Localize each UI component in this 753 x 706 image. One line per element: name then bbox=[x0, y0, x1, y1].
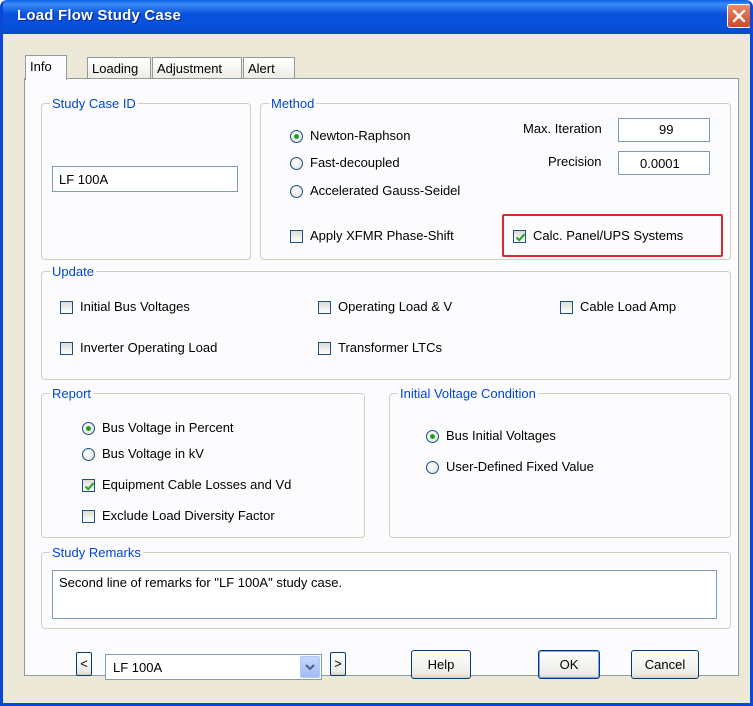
study-case-combo-value: LF 100A bbox=[113, 660, 163, 675]
bus-voltage-percent-radio[interactable] bbox=[82, 422, 95, 435]
operating-load-v-checkbox[interactable] bbox=[318, 301, 331, 314]
study-remarks-input[interactable]: Second line of remarks for "LF 100A" stu… bbox=[52, 570, 717, 619]
bus-voltage-kv-radio[interactable] bbox=[82, 448, 95, 461]
bus-voltage-percent-label: Bus Voltage in Percent bbox=[102, 420, 234, 435]
cable-load-amp-checkbox[interactable] bbox=[560, 301, 573, 314]
tab-info[interactable]: Info bbox=[25, 55, 67, 80]
cable-load-amp-label: Cable Load Amp bbox=[580, 299, 677, 314]
equipment-cable-losses-label: Equipment Cable Losses and Vd bbox=[102, 477, 292, 492]
bus-voltage-kv-label: Bus Voltage in kV bbox=[102, 446, 204, 461]
transformer-ltcs-checkbox[interactable] bbox=[318, 342, 331, 355]
exclude-load-diversity-checkbox[interactable] bbox=[82, 510, 95, 523]
apply-xfmr-phase-shift-label: Apply XFMR Phase-Shift bbox=[310, 228, 454, 243]
accelerated-gauss-seidel-label: Accelerated Gauss-Seidel bbox=[310, 183, 461, 198]
tab-loading[interactable]: Loading bbox=[87, 57, 151, 79]
close-button[interactable] bbox=[727, 4, 750, 28]
check-mark-icon bbox=[84, 482, 95, 491]
dropdown-arrow-button[interactable] bbox=[300, 656, 320, 678]
initial-bus-voltages-checkbox[interactable] bbox=[60, 301, 73, 314]
fast-decoupled-label: Fast-decoupled bbox=[310, 155, 400, 170]
precision-label: Precision bbox=[548, 154, 602, 169]
newton-raphson-radio[interactable] bbox=[290, 130, 303, 143]
update-group: Update bbox=[41, 264, 731, 380]
study-case-id-input[interactable]: LF 100A bbox=[52, 166, 238, 192]
bus-initial-voltages-label: Bus Initial Voltages bbox=[446, 428, 556, 443]
operating-load-v-label: Operating Load & V bbox=[338, 299, 453, 314]
title-bar[interactable]: Load Flow Study Case bbox=[3, 0, 750, 34]
update-legend: Update bbox=[52, 264, 94, 279]
ok-button[interactable]: OK bbox=[538, 650, 600, 679]
report-legend: Report bbox=[52, 386, 92, 401]
bus-initial-voltages-radio[interactable] bbox=[426, 430, 439, 443]
apply-xfmr-phase-shift-checkbox[interactable] bbox=[290, 230, 303, 243]
initial-voltage-condition-legend: Initial Voltage Condition bbox=[400, 386, 536, 401]
method-legend: Method bbox=[271, 96, 315, 111]
tab-adjustment[interactable]: Adjustment bbox=[152, 57, 242, 79]
previous-case-button[interactable]: < bbox=[76, 652, 92, 676]
transformer-ltcs-label: Transformer LTCs bbox=[338, 340, 443, 355]
initial-bus-voltages-label: Initial Bus Voltages bbox=[80, 299, 190, 314]
tab-alert[interactable]: Alert bbox=[243, 57, 295, 79]
cancel-button[interactable]: Cancel bbox=[631, 650, 699, 679]
exclude-load-diversity-label: Exclude Load Diversity Factor bbox=[102, 508, 275, 523]
max-iteration-label: Max. Iteration bbox=[523, 121, 602, 136]
close-icon bbox=[732, 9, 746, 23]
inverter-operating-load-label: Inverter Operating Load bbox=[80, 340, 218, 355]
accelerated-gauss-seidel-radio[interactable] bbox=[290, 185, 303, 198]
study-case-combo[interactable]: LF 100A bbox=[105, 654, 322, 680]
inverter-operating-load-checkbox[interactable] bbox=[60, 342, 73, 355]
highlight-box bbox=[502, 214, 723, 257]
user-defined-fixed-radio[interactable] bbox=[426, 461, 439, 474]
study-remarks-legend: Study Remarks bbox=[52, 545, 141, 560]
fast-decoupled-radio[interactable] bbox=[290, 157, 303, 170]
next-case-button[interactable]: > bbox=[330, 652, 346, 676]
newton-raphson-label: Newton-Raphson bbox=[310, 128, 411, 143]
load-flow-study-case-dialog: Load Flow Study Case Info Loading Adjust… bbox=[0, 0, 753, 706]
help-button[interactable]: Help bbox=[411, 650, 471, 679]
precision-input[interactable]: 0.0001 bbox=[618, 151, 710, 175]
equipment-cable-losses-checkbox[interactable] bbox=[82, 479, 95, 492]
study-case-id-legend: Study Case ID bbox=[52, 96, 136, 111]
chevron-down-icon bbox=[305, 664, 315, 671]
max-iteration-input[interactable]: 99 bbox=[618, 118, 710, 142]
user-defined-fixed-label: User-Defined Fixed Value bbox=[446, 459, 594, 474]
window-title: Load Flow Study Case bbox=[17, 7, 182, 24]
